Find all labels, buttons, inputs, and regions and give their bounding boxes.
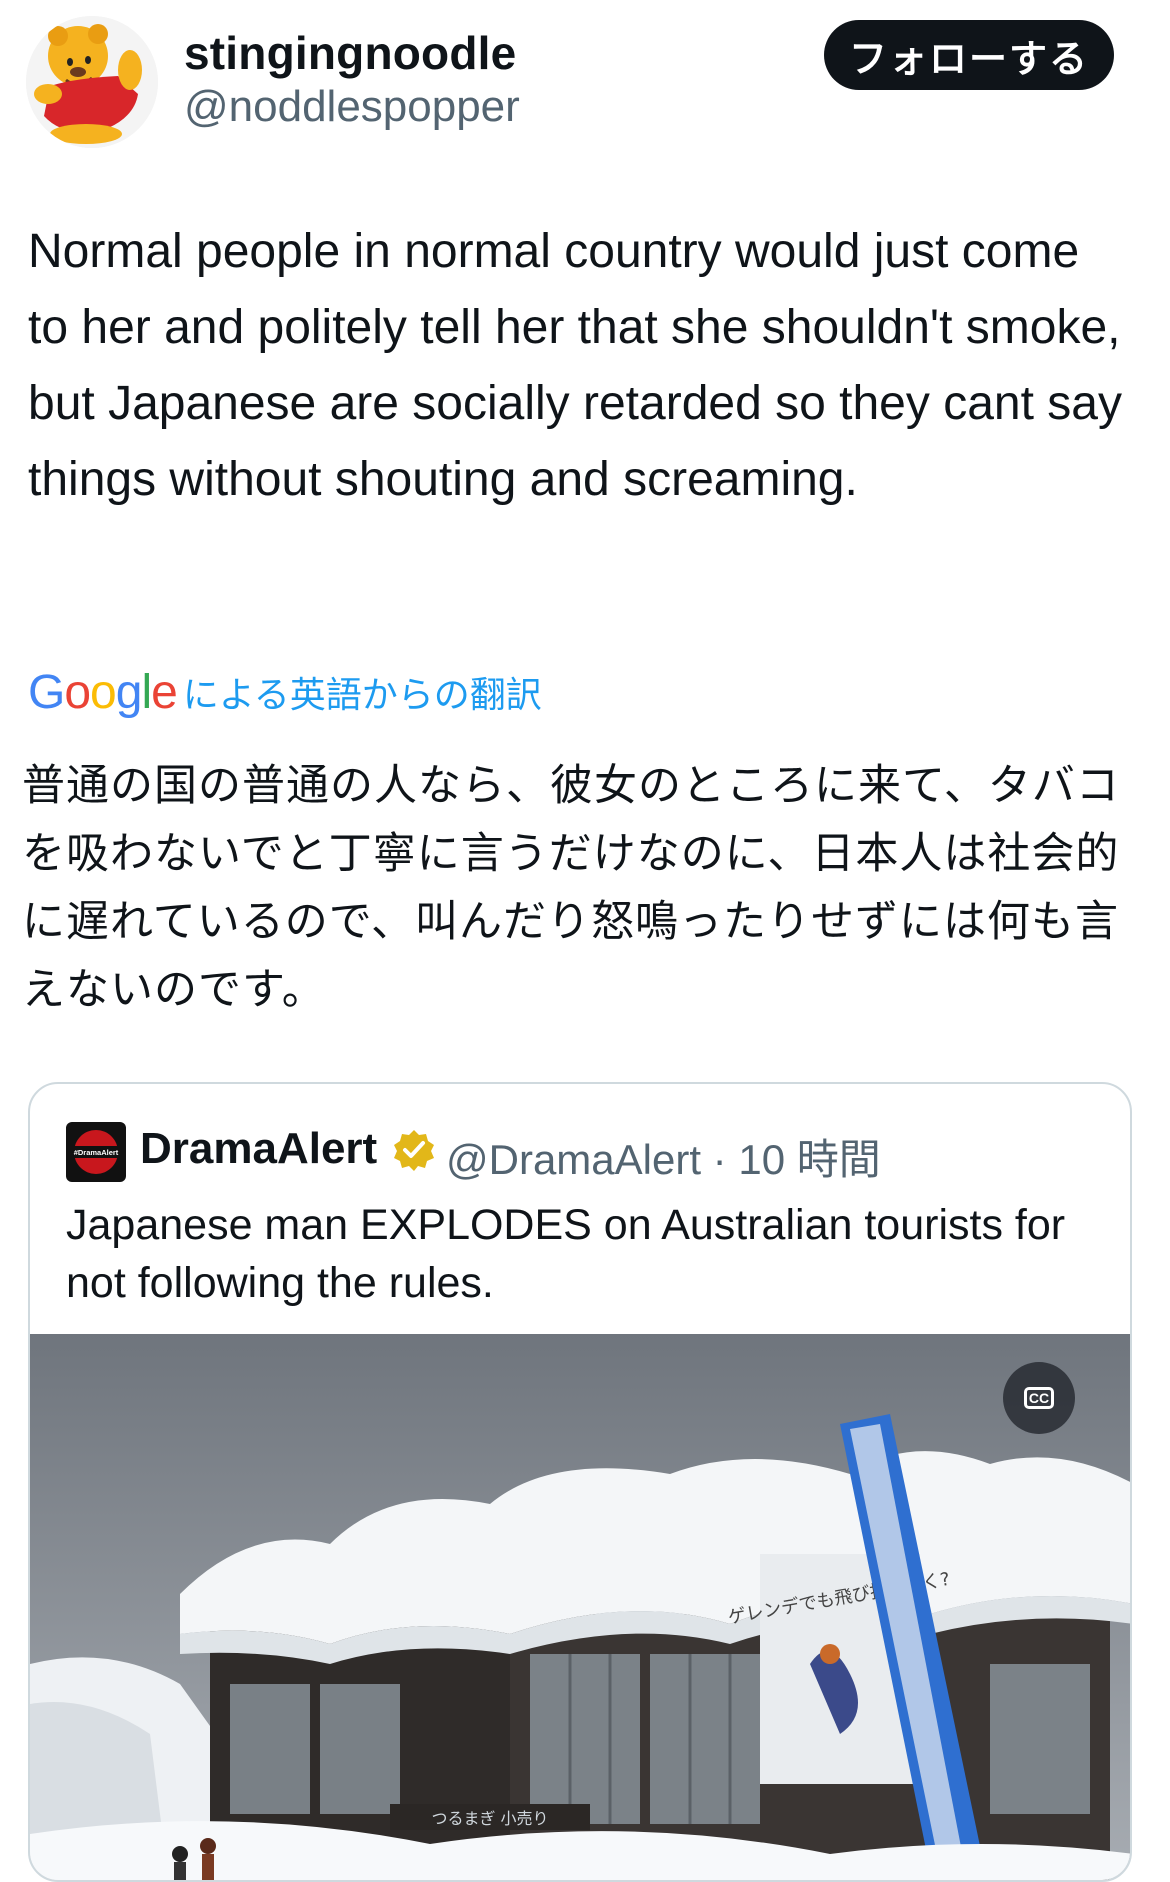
ski-lodge-scene-image: ゲレンデでも飛び抜けとく? つるまぎ 小売り <box>30 1334 1130 1880</box>
pooh-bear-avatar-icon <box>26 16 158 148</box>
quote-text: Japanese man EXPLODES on Australian tour… <box>66 1201 1066 1307</box>
author-avatar[interactable] <box>26 16 158 148</box>
translation-attribution[interactable]: Google による英語からの翻訳 <box>28 662 542 722</box>
quote-display-name[interactable]: DramaAlert <box>140 1124 377 1174</box>
cc-icon: CC <box>1024 1387 1054 1409</box>
quote-video-thumbnail[interactable]: ゲレンデでも飛び抜けとく? つるまぎ 小売り <box>30 1334 1130 1880</box>
gold-verified-badge-icon <box>392 1128 436 1172</box>
dramaalert-logo-icon: #DramaAlert <box>66 1122 126 1182</box>
quote-avatar[interactable]: #DramaAlert <box>66 1122 126 1182</box>
author-display-name[interactable]: stingingnoodle <box>184 26 516 80</box>
quote-handle-time[interactable]: @DramaAlert · 10 時間 <box>446 1126 881 1187</box>
quoted-tweet-card[interactable]: #DramaAlert DramaAlert @DramaAlert · 10 … <box>28 1082 1132 1882</box>
translation-label[interactable]: による英語からの翻訳 <box>183 666 542 718</box>
google-logo: Google <box>28 665 178 719</box>
follow-button[interactable]: フォローする <box>824 20 1114 90</box>
store-sign-text: つるまぎ 小売り <box>431 1809 548 1828</box>
closed-captions-button[interactable]: CC <box>1003 1362 1075 1434</box>
author-handle[interactable]: @noddlespopper <box>184 82 520 132</box>
translated-text: 普通の国の普通の人なら、彼女のところに来て、タバコを吸わないでと丁寧に言うだけな… <box>22 762 1120 1014</box>
quote-avatar-text: #DramaAlert <box>74 1148 119 1157</box>
tweet-text: Normal people in normal country would ju… <box>28 225 1136 506</box>
